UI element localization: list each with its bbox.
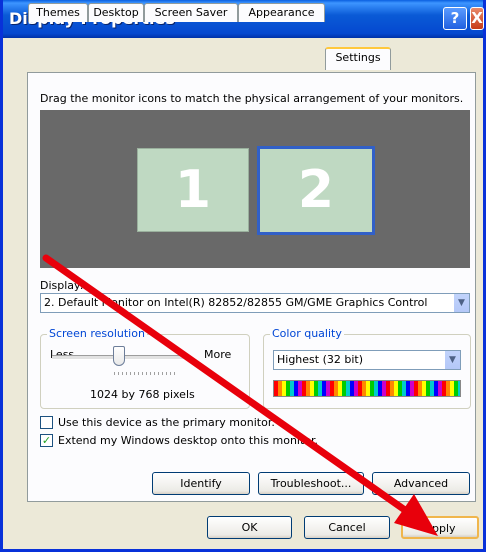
extend-desktop-label[interactable]: Extend my Windows desktop onto this moni… bbox=[58, 434, 318, 447]
tab-appearance[interactable]: Appearance bbox=[238, 3, 325, 22]
chevron-down-icon[interactable]: ▼ bbox=[444, 351, 460, 369]
ok-button[interactable]: OK bbox=[207, 516, 292, 539]
apply-button[interactable]: Apply bbox=[401, 516, 479, 539]
identify-button[interactable]: Identify bbox=[152, 472, 250, 495]
monitor-2-icon[interactable]: 2 bbox=[257, 146, 375, 235]
resolution-slider-thumb[interactable] bbox=[113, 346, 125, 366]
help-button[interactable]: ? bbox=[443, 7, 467, 30]
tab-themes[interactable]: Themes bbox=[28, 3, 88, 22]
cancel-button[interactable]: Cancel bbox=[304, 516, 390, 539]
color-quality-value: Highest (32 bit) bbox=[277, 353, 364, 366]
tab-screen-saver[interactable]: Screen Saver bbox=[144, 3, 238, 22]
primary-monitor-label[interactable]: Use this device as the primary monitor. bbox=[58, 416, 275, 429]
color-quality-group: Color quality bbox=[263, 327, 471, 409]
display-select-value: 2. Default Monitor on Intel(R) 82852/828… bbox=[44, 296, 428, 309]
troubleshoot-button[interactable]: Troubleshoot... bbox=[258, 472, 364, 495]
advanced-button[interactable]: Advanced bbox=[372, 472, 470, 495]
monitor-1-icon[interactable]: 1 bbox=[137, 148, 249, 232]
extend-desktop-checkbox[interactable]: ✓ bbox=[40, 434, 53, 447]
resolution-slider-ticks bbox=[114, 372, 178, 375]
chevron-down-icon[interactable]: ▼ bbox=[453, 294, 469, 312]
monitor-arrangement-area[interactable]: 1 2 bbox=[40, 110, 470, 268]
screen-resolution-title: Screen resolution bbox=[47, 327, 147, 340]
display-select[interactable]: 2. Default Monitor on Intel(R) 82852/828… bbox=[40, 293, 470, 313]
primary-monitor-checkbox[interactable] bbox=[40, 416, 53, 429]
tab-desktop[interactable]: Desktop bbox=[88, 3, 144, 22]
tab-settings[interactable]: Settings bbox=[325, 47, 391, 70]
resolution-value: 1024 by 768 pixels bbox=[90, 388, 195, 401]
resolution-more-label: More bbox=[204, 348, 232, 361]
color-quality-title: Color quality bbox=[270, 327, 344, 340]
close-button[interactable]: X bbox=[470, 7, 484, 30]
color-quality-select[interactable]: Highest (32 bit) ▼ bbox=[273, 350, 461, 370]
color-spectrum-bar bbox=[273, 380, 461, 397]
monitor-arrangement-hint: Drag the monitor icons to match the phys… bbox=[40, 92, 464, 105]
display-label: Display: bbox=[40, 279, 84, 292]
